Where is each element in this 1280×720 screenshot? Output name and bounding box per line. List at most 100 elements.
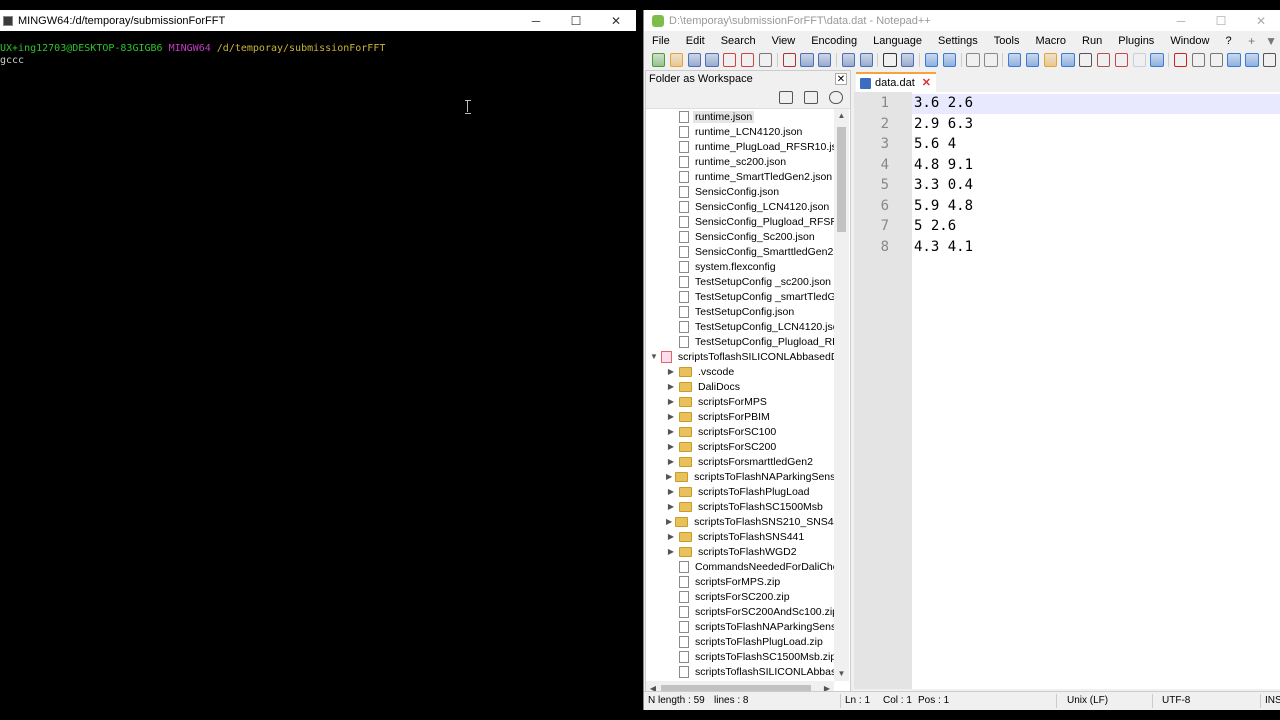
save-all-icon[interactable] bbox=[705, 53, 719, 67]
replace-icon[interactable] bbox=[901, 53, 915, 67]
tree-file[interactable]: SensicConfig_SmarttledGen2.j bbox=[646, 244, 834, 259]
tree-folder[interactable]: ▶ scriptsToFlashWGD2 bbox=[646, 544, 834, 559]
tree-file[interactable]: system.flexconfig bbox=[646, 259, 834, 274]
tree-folder[interactable]: ▶ scriptsForSC100 bbox=[646, 424, 834, 439]
chevron-right-icon[interactable]: ▶ bbox=[666, 547, 676, 557]
terminal-close-button[interactable]: ✕ bbox=[596, 10, 636, 31]
tree-folder[interactable]: ▶ scriptsForMPS bbox=[646, 394, 834, 409]
save-icon[interactable] bbox=[687, 53, 701, 67]
menu-search[interactable]: Search bbox=[713, 35, 764, 47]
tree-file[interactable]: TestSetupConfig_LCN4120.json bbox=[646, 319, 834, 334]
function-list-icon[interactable] bbox=[1096, 53, 1111, 67]
tree-file[interactable]: scriptsToFlashSC1500Msb.zip bbox=[646, 649, 834, 664]
code-line[interactable]: 3.6 2.6 bbox=[914, 95, 973, 111]
locate-current-file-icon[interactable] bbox=[829, 91, 843, 104]
tree-file[interactable]: TestSetupConfig _smartTledGe bbox=[646, 289, 834, 304]
tree-root-folder[interactable]: ▼ scriptsToflashSILICONLAbbasedD bbox=[646, 349, 834, 364]
menu-tools[interactable]: Tools bbox=[986, 35, 1028, 47]
terminal-output[interactable]: UX+ing12703@DESKTOP-83GIGB6 MINGW64 /d/t… bbox=[0, 43, 630, 67]
tree-file[interactable]: TestSetupConfig _sc200.json bbox=[646, 274, 834, 289]
find-icon[interactable] bbox=[883, 53, 897, 67]
open-file-icon[interactable] bbox=[669, 53, 684, 67]
editor-area[interactable]: 1 2 3 4 5 6 7 8 3.6 2.6 2.9 6.3 5.6 4 4.8 9.1 3.3 0… bbox=[854, 92, 1280, 689]
chevron-down-icon[interactable]: ▼ bbox=[650, 352, 658, 362]
cut-icon[interactable] bbox=[782, 53, 796, 67]
lang-icon[interactable] bbox=[1061, 53, 1075, 67]
chevron-right-icon[interactable]: ▶ bbox=[666, 472, 672, 482]
scroll-thumb[interactable] bbox=[837, 127, 846, 232]
expand-all-icon[interactable] bbox=[779, 91, 793, 104]
tree-file[interactable]: scriptsForMPS.zip bbox=[646, 574, 834, 589]
tree-folder[interactable]: ▶ .vscode bbox=[646, 364, 834, 379]
play-macro-icon[interactable] bbox=[1209, 53, 1223, 67]
menu-view[interactable]: View bbox=[764, 35, 804, 47]
terminal-minimize-button[interactable]: ─ bbox=[516, 10, 556, 31]
run-macro-icon[interactable] bbox=[1227, 53, 1241, 67]
code-line[interactable]: 4.8 9.1 bbox=[914, 157, 973, 173]
new-tab-plus-icon[interactable]: + bbox=[1248, 34, 1255, 48]
terminal-window[interactable]: MINGW64:/d/temporay/submissionForFFT ─ ☐… bbox=[0, 10, 636, 710]
collapse-all-icon[interactable] bbox=[804, 91, 818, 104]
chevron-right-icon[interactable]: ▶ bbox=[666, 397, 676, 407]
tree-file[interactable]: runtime.json bbox=[646, 109, 834, 124]
tree-file[interactable]: scriptsForSC200.zip bbox=[646, 589, 834, 604]
zoom-in-icon[interactable] bbox=[924, 53, 939, 67]
chevron-right-icon[interactable]: ▶ bbox=[666, 412, 676, 422]
menu-window[interactable]: Window bbox=[1162, 35, 1217, 47]
tree-folder[interactable]: ▶ scriptsForsmarttledGen2 bbox=[646, 454, 834, 469]
tree-file[interactable]: runtime_SmartTledGen2.json bbox=[646, 169, 834, 184]
chevron-right-icon[interactable]: ▶ bbox=[666, 502, 676, 512]
code-line[interactable]: 2.9 6.3 bbox=[914, 116, 973, 132]
tree-file[interactable]: SensicConfig_Sc200.json bbox=[646, 229, 834, 244]
tree-file[interactable]: runtime_PlugLoad_RFSR10.json bbox=[646, 139, 834, 154]
folder-workspace-icon[interactable] bbox=[1114, 53, 1129, 67]
close-icon[interactable] bbox=[723, 53, 737, 67]
chevron-right-icon[interactable]: ▶ bbox=[666, 517, 672, 527]
tree-file[interactable]: scriptsToFlashPlugLoad.zip bbox=[646, 634, 834, 649]
tree-folder[interactable]: ▶ scriptsToFlashSNS441 bbox=[646, 529, 834, 544]
notepadpp-window[interactable]: D:\temporay\submissionForFFT\data.dat - … bbox=[643, 10, 1280, 710]
save-macro-icon[interactable] bbox=[1245, 53, 1259, 67]
chevron-right-icon[interactable]: ▶ bbox=[666, 532, 676, 542]
code-line[interactable]: 5.9 4.8 bbox=[914, 198, 973, 214]
menu-run[interactable]: Run bbox=[1074, 35, 1110, 47]
scroll-down-icon[interactable]: ▼ bbox=[834, 667, 849, 681]
npp-minimize-button[interactable]: ─ bbox=[1161, 10, 1201, 31]
tree-file[interactable]: SensicConfig.json bbox=[646, 184, 834, 199]
tab-data-dat[interactable]: data.dat ✕ bbox=[856, 72, 936, 92]
tab-list-dropdown-icon[interactable]: ▼ bbox=[1265, 34, 1277, 48]
tree-file[interactable]: SensicConfig_Plugload_RFSR10 bbox=[646, 214, 834, 229]
code-line[interactable]: 3.3 0.4 bbox=[914, 177, 973, 193]
stop-record-icon[interactable] bbox=[1191, 53, 1206, 67]
more-icon[interactable] bbox=[1263, 53, 1277, 67]
panel-close-button[interactable]: ✕ bbox=[835, 73, 847, 85]
tree-file[interactable]: runtime_LCN4120.json bbox=[646, 124, 834, 139]
tree-folder[interactable]: ▶ scriptsForSC200 bbox=[646, 439, 834, 454]
doc-map-icon[interactable] bbox=[1079, 53, 1093, 67]
menu-macro[interactable]: Macro bbox=[1027, 35, 1074, 47]
terminal-titlebar[interactable]: MINGW64:/d/temporay/submissionForFFT ─ ☐… bbox=[0, 10, 636, 31]
scroll-up-icon[interactable]: ▲ bbox=[834, 109, 849, 123]
menu-encoding[interactable]: Encoding bbox=[803, 35, 865, 47]
sync-v-icon[interactable] bbox=[966, 53, 980, 67]
menu-edit[interactable]: Edit bbox=[678, 35, 713, 47]
undo-icon[interactable] bbox=[841, 53, 856, 67]
copy-icon[interactable] bbox=[800, 53, 814, 67]
indent-guide-icon[interactable] bbox=[1043, 53, 1057, 67]
tree-file[interactable]: scriptsToFlashNAParkingSenso bbox=[646, 619, 834, 634]
menu-language[interactable]: Language bbox=[865, 35, 930, 47]
terminal-maximize-button[interactable]: ☐ bbox=[556, 10, 596, 31]
paste-icon[interactable] bbox=[818, 53, 832, 67]
tree-folder[interactable]: ▶ DaliDocs bbox=[646, 379, 834, 394]
notepadpp-titlebar[interactable]: D:\temporay\submissionForFFT\data.dat - … bbox=[644, 10, 1280, 31]
tree-file[interactable]: CommandsNeededForDaliChe bbox=[646, 559, 834, 574]
tree-folder[interactable]: ▶ scriptsToFlashPlugLoad bbox=[646, 484, 834, 499]
menu-settings[interactable]: Settings bbox=[930, 35, 986, 47]
sync-h-icon[interactable] bbox=[984, 53, 998, 67]
npp-maximize-button[interactable]: ☐ bbox=[1201, 10, 1241, 31]
tree-file[interactable]: SensicConfig_LCN4120.json bbox=[646, 199, 834, 214]
tree-folder[interactable]: ▶ scriptsToFlashSC1500Msb bbox=[646, 499, 834, 514]
tree-file[interactable]: TestSetupConfig.json bbox=[646, 304, 834, 319]
tree-file[interactable]: scriptsForSC200AndSc100.zip bbox=[646, 604, 834, 619]
menu-plugins[interactable]: Plugins bbox=[1110, 35, 1162, 47]
